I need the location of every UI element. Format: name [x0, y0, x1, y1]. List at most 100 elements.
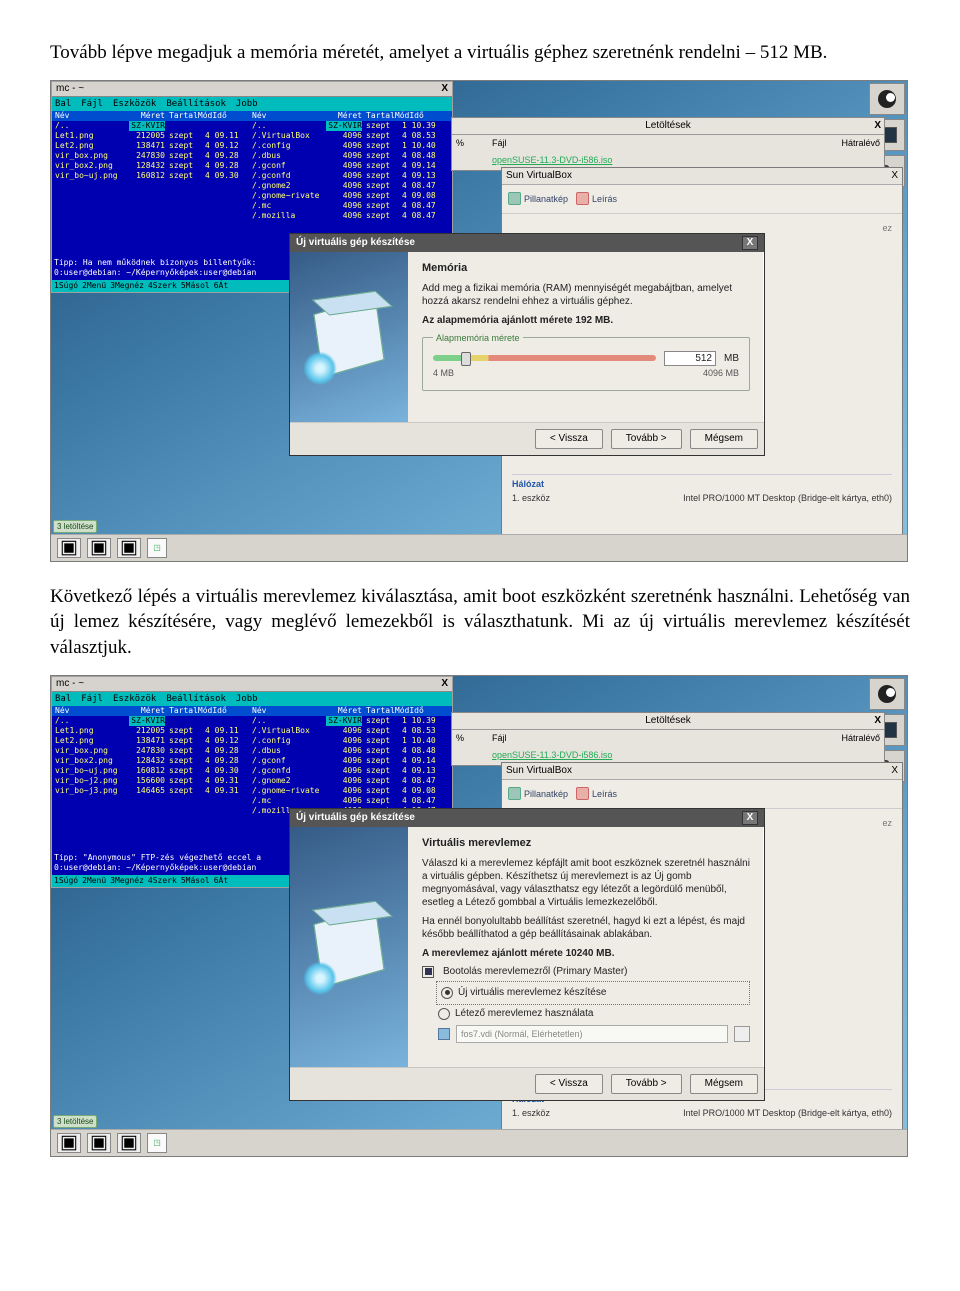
tray-icon-yinyang[interactable] [869, 83, 905, 115]
mc-row[interactable]: vir_box.png247830szept4 09.28/.dbus4096s… [52, 746, 452, 756]
close-icon[interactable]: X [891, 168, 898, 184]
cancel-button[interactable]: Mégsem [690, 1074, 758, 1094]
mc-row[interactable]: /.mozilla4096szept4 08.47 [52, 211, 452, 221]
mc-f2[interactable]: 2Menü [82, 280, 106, 292]
mc-f3[interactable]: 3Megnéz [110, 875, 144, 887]
taskbar-btn-2[interactable]: ▣ [87, 538, 111, 558]
taskbar-btn-1[interactable]: ▣ [57, 538, 81, 558]
mc-f6[interactable]: 6Át [214, 875, 228, 887]
boot-checkbox[interactable]: Bootolás merevlemezről (Primary Master) [422, 966, 750, 978]
mc-menu-file[interactable]: Fájl [81, 98, 103, 110]
virtualbox-titlebar[interactable]: Sun VirtualBox X [502, 168, 902, 185]
mc-row[interactable]: /.gnome24096szept4 08.47 [52, 181, 452, 191]
mc-row[interactable]: Let2.png138471szept4 09.12/.config4096sz… [52, 141, 452, 151]
radio-icon[interactable] [438, 1008, 450, 1020]
mc-menu-right[interactable]: Jobb [236, 98, 258, 110]
mc-row[interactable]: vir_box2.png128432szept4 09.28/.gconf409… [52, 161, 452, 171]
tab-snapshot[interactable]: Pillanatkép [508, 192, 568, 205]
mc-f1[interactable]: 1Súgó [54, 280, 78, 292]
close-icon[interactable]: X [742, 236, 758, 250]
mc-row[interactable]: vir_bo~j3.png146465szept4 09.31/.gnome~r… [52, 786, 452, 796]
mc-row[interactable]: vir_bo~uj.png160812szept4 09.30/.gconfd4… [52, 171, 452, 181]
downloads-file-link[interactable]: openSUSE-11.3-DVD-i586.iso [492, 749, 804, 762]
virtualbox-titlebar[interactable]: Sun VirtualBox X [502, 763, 902, 780]
mc-menu-left[interactable]: Bal [55, 693, 71, 705]
taskbar[interactable]: ▣ ▣ ▣ ◳ [51, 1129, 907, 1156]
mc-row[interactable]: vir_bo~uj.png160812szept4 09.30/.gconfd4… [52, 766, 452, 776]
memory-slider[interactable] [433, 355, 656, 361]
mc-titlebar[interactable]: mc - ~ X [52, 677, 452, 692]
existing-disk-select[interactable]: fos7.vdi (Normál, Elérhetetlen) [456, 1025, 728, 1043]
mc-menu-settings[interactable]: Beállítások [166, 98, 226, 110]
mc-row[interactable]: Let2.png138471szept4 09.12/.config4096sz… [52, 736, 452, 746]
mc-f1[interactable]: 1Súgó [54, 875, 78, 887]
existing-disk-combo[interactable]: fos7.vdi (Normál, Elérhetetlen) [438, 1025, 750, 1043]
wizard-harddisk: Új virtuális gép készítése X Virtuális m… [289, 808, 765, 1101]
mc-menu-tools[interactable]: Eszközök [113, 693, 156, 705]
mc-f4[interactable]: 4Szerk [148, 280, 177, 292]
mc-row[interactable]: vir_box.png247830szept4 09.28/.dbus4096s… [52, 151, 452, 161]
mc-menu-right[interactable]: Jobb [236, 693, 258, 705]
paragraph-1: Tovább lépve megadjuk a memória méretét,… [50, 40, 910, 66]
screenshot-memory: mc - ~ X Bal Fájl Eszközök Beállítások J… [50, 80, 910, 562]
mc-menu-tools[interactable]: Eszközök [113, 98, 156, 110]
downloads-titlebar[interactable]: Letöltések X [452, 713, 884, 730]
mc-f6[interactable]: 6Át [214, 280, 228, 292]
taskbar-btn-2[interactable]: ▣ [87, 1133, 111, 1153]
mc-f5[interactable]: 5Másol [181, 875, 210, 887]
mc-row[interactable]: /.mc4096szept4 08.47 [52, 796, 452, 806]
close-icon[interactable]: X [874, 713, 881, 729]
taskbar-btn-3[interactable]: ▣ [117, 538, 141, 558]
wizard-titlebar[interactable]: Új virtuális gép készítése X [290, 809, 764, 827]
close-icon[interactable]: X [891, 763, 898, 779]
tray-icon-yinyang[interactable] [869, 678, 905, 710]
mc-col-date: TartalMódIdő [169, 706, 201, 716]
mc-f2[interactable]: 2Menü [82, 875, 106, 887]
radio-icon[interactable] [441, 987, 453, 999]
mc-row[interactable]: Let1.png212005szept4 09.11/.VirtualBox40… [52, 726, 452, 736]
back-button[interactable]: < Vissza [535, 1074, 603, 1094]
radio-new-disk[interactable]: Új virtuális merevlemez készítése [441, 987, 745, 999]
downloads-col-pc: % [456, 732, 486, 745]
next-button[interactable]: Tovább > [611, 429, 682, 449]
close-icon[interactable]: X [441, 82, 448, 96]
cancel-button[interactable]: Mégsem [690, 429, 758, 449]
mc-row[interactable]: /.gnome~rivate4096szept4 09.08 [52, 191, 452, 201]
tab-description[interactable]: Leírás [576, 787, 617, 800]
downloads-file-link[interactable]: openSUSE-11.3-DVD-i586.iso [492, 154, 804, 167]
close-icon[interactable]: X [742, 811, 758, 825]
mc-menu-file[interactable]: Fájl [81, 693, 103, 705]
mc-f5[interactable]: 5Másol [181, 280, 210, 292]
mc-row[interactable]: vir_box2.png128432szept4 09.28/.gconf409… [52, 756, 452, 766]
close-icon[interactable]: X [441, 677, 448, 691]
mc-menu[interactable]: Bal Fájl Eszközök Beállítások Jobb [52, 692, 452, 706]
mc-row[interactable]: /.mc4096szept4 08.47 [52, 201, 452, 211]
mc-menu-left[interactable]: Bal [55, 98, 71, 110]
mc-menu[interactable]: Bal Fájl Eszközök Beállítások Jobb [52, 97, 452, 111]
downloads-titlebar[interactable]: Letöltések X [452, 118, 884, 135]
mc-col-size: Méret [129, 111, 165, 121]
taskbar-vb-icon[interactable]: ◳ [147, 1133, 167, 1153]
back-button[interactable]: < Vissza [535, 429, 603, 449]
mc-col-name-r: Név [252, 111, 322, 121]
browse-icon[interactable] [734, 1026, 750, 1042]
tab-description[interactable]: Leírás [576, 192, 617, 205]
taskbar-btn-1[interactable]: ▣ [57, 1133, 81, 1153]
next-button[interactable]: Tovább > [611, 1074, 682, 1094]
memory-input[interactable]: 512 [664, 351, 716, 366]
radio-existing-disk[interactable]: Létező merevlemez használata [438, 1008, 750, 1020]
mc-f4[interactable]: 4Szerk [148, 875, 177, 887]
mc-menu-settings[interactable]: Beállítások [166, 693, 226, 705]
mc-row[interactable]: Let1.png212005szept4 09.11/.VirtualBox40… [52, 131, 452, 141]
mc-f3[interactable]: 3Megnéz [110, 280, 144, 292]
wizard-text-1: Válaszd ki a merevlemez képfájlt amit bo… [422, 857, 750, 909]
mc-row[interactable]: vir_bo~j2.png156600szept4 09.31/.gnome24… [52, 776, 452, 786]
taskbar-vb-icon[interactable]: ◳ [147, 538, 167, 558]
wizard-titlebar[interactable]: Új virtuális gép készítése X [290, 234, 764, 252]
taskbar-btn-3[interactable]: ▣ [117, 1133, 141, 1153]
mc-titlebar[interactable]: mc - ~ X [52, 82, 452, 97]
tab-snapshot[interactable]: Pillanatkép [508, 787, 568, 800]
taskbar[interactable]: ▣ ▣ ▣ ◳ [51, 534, 907, 561]
checkbox-icon[interactable] [422, 966, 434, 978]
close-icon[interactable]: X [874, 118, 881, 134]
